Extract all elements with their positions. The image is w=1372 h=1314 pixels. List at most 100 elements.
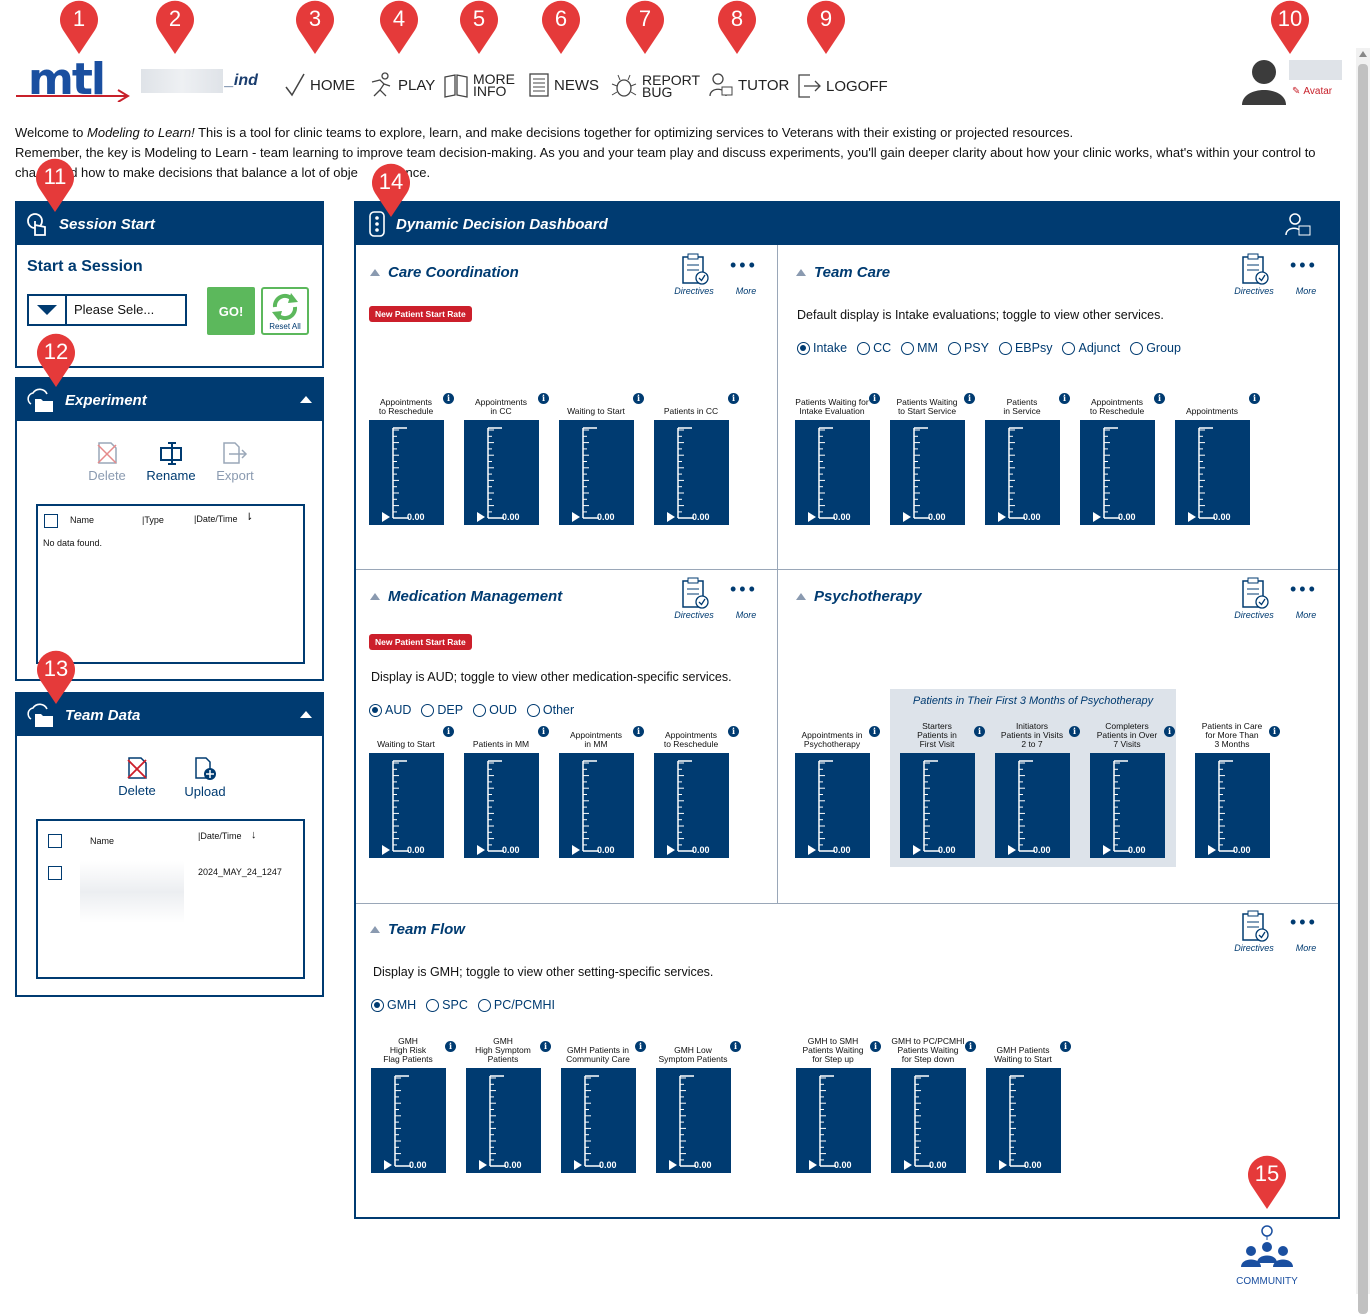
info-icon[interactable]: i: [635, 1041, 646, 1052]
info-icon[interactable]: i: [1269, 726, 1280, 737]
radio-circle[interactable]: [947, 341, 961, 355]
radio-circle[interactable]: [526, 703, 540, 717]
radio-spc[interactable]: SPC: [426, 998, 468, 1012]
more-dots-icon[interactable]: •••: [1290, 255, 1318, 276]
radio-circle[interactable]: [421, 703, 435, 717]
psychotherapy-title[interactable]: Psychotherapy: [796, 588, 922, 605]
scrollbar-thumb[interactable]: [1358, 64, 1368, 1314]
radio-cc[interactable]: CC: [857, 341, 891, 355]
radio-oud[interactable]: OUD: [473, 703, 517, 717]
nav-more-info[interactable]: MORE INFO: [443, 72, 515, 98]
col-date[interactable]: |Date/Time: [198, 831, 242, 841]
info-icon[interactable]: i: [964, 393, 975, 404]
more-label[interactable]: More: [1290, 943, 1322, 953]
radio-psy[interactable]: PSY: [947, 341, 989, 355]
reset-all-button[interactable]: Reset All: [261, 287, 309, 335]
info-icon[interactable]: i: [869, 393, 880, 404]
info-icon[interactable]: i: [633, 393, 644, 404]
info-icon[interactable]: i: [730, 1041, 741, 1052]
info-icon[interactable]: i: [633, 726, 644, 737]
select-all-checkbox[interactable]: [48, 834, 62, 848]
info-icon[interactable]: i: [728, 726, 739, 737]
session-select[interactable]: Please Sele...: [27, 294, 187, 326]
info-icon[interactable]: i: [974, 726, 985, 737]
clipboard-check-icon[interactable]: [1240, 253, 1270, 287]
nav-tutor[interactable]: TUTOR: [708, 72, 789, 98]
nav-logoff[interactable]: LOGOFF: [796, 72, 888, 100]
directives-label[interactable]: Directives: [674, 610, 714, 620]
info-icon[interactable]: i: [538, 393, 549, 404]
clipboard-check-icon[interactable]: [1240, 577, 1270, 611]
experiment-delete-button[interactable]: Delete: [85, 441, 129, 483]
nav-play[interactable]: PLAY: [368, 72, 435, 98]
directives-label[interactable]: Directives: [1234, 943, 1274, 953]
clipboard-check-icon[interactable]: [680, 577, 710, 611]
more-dots-icon[interactable]: •••: [1290, 912, 1318, 933]
radio-group[interactable]: Group: [1130, 341, 1181, 355]
directives-label[interactable]: Directives: [674, 286, 714, 296]
radio-aud[interactable]: AUD: [369, 703, 411, 717]
info-icon[interactable]: i: [443, 726, 454, 737]
radio-circle[interactable]: [901, 341, 915, 355]
experiment-rename-button[interactable]: Rename: [145, 441, 197, 483]
info-icon[interactable]: i: [538, 726, 549, 737]
nav-home[interactable]: HOME: [284, 72, 355, 98]
radio-circle[interactable]: [477, 998, 491, 1012]
sort-icon[interactable]: ⇂: [245, 512, 253, 523]
sort-icon[interactable]: ↓: [251, 829, 257, 841]
radio-circle[interactable]: [1130, 341, 1144, 355]
radio-adjunct[interactable]: Adjunct: [1062, 341, 1120, 355]
col-date[interactable]: |Date/Time: [194, 514, 238, 524]
team-data-delete-button[interactable]: Delete: [113, 756, 161, 798]
directives-label[interactable]: Directives: [1234, 610, 1274, 620]
col-name[interactable]: Name: [90, 836, 114, 846]
radio-intake[interactable]: Intake: [797, 341, 847, 355]
info-icon[interactable]: i: [1069, 726, 1080, 737]
radio-gmh[interactable]: GMH: [371, 998, 416, 1012]
clipboard-check-icon[interactable]: [680, 253, 710, 287]
clipboard-check-icon[interactable]: [1240, 910, 1270, 944]
radio-mm[interactable]: MM: [901, 341, 938, 355]
radio-circle[interactable]: [371, 998, 384, 1012]
info-icon[interactable]: i: [540, 1041, 551, 1052]
nav-news[interactable]: NEWS: [528, 72, 599, 98]
new-patient-start-rate-button[interactable]: New Patient Start Rate: [369, 634, 472, 650]
radio-pc-pcmhi[interactable]: PC/PCMHI: [477, 998, 555, 1012]
more-dots-icon[interactable]: •••: [1290, 579, 1318, 600]
experiment-export-button[interactable]: Export: [211, 441, 259, 483]
info-icon[interactable]: i: [1060, 1041, 1071, 1052]
scroll-up-arrow[interactable]: [1359, 51, 1367, 57]
more-dots-icon[interactable]: •••: [730, 255, 758, 276]
app-logo[interactable]: mtl: [14, 52, 134, 108]
medication-management-title[interactable]: Medication Management: [370, 588, 562, 605]
info-icon[interactable]: i: [728, 393, 739, 404]
info-icon[interactable]: i: [965, 1041, 976, 1052]
avatar[interactable]: [1240, 57, 1288, 107]
row-checkbox[interactable]: [48, 866, 62, 880]
directives-label[interactable]: Directives: [1234, 286, 1274, 296]
info-icon[interactable]: i: [445, 1041, 456, 1052]
more-label[interactable]: More: [1290, 286, 1322, 296]
go-button[interactable]: GO!: [207, 287, 255, 335]
team-care-title[interactable]: Team Care: [796, 264, 890, 281]
more-label[interactable]: More: [1290, 610, 1322, 620]
radio-circle[interactable]: [369, 703, 382, 717]
info-icon[interactable]: i: [443, 393, 454, 404]
care-coordination-title[interactable]: Care Coordination: [370, 264, 519, 281]
info-icon[interactable]: i: [870, 1041, 881, 1052]
more-label[interactable]: More: [730, 286, 762, 296]
collapse-icon[interactable]: [300, 711, 312, 718]
team-data-upload-button[interactable]: Upload: [181, 756, 229, 799]
radio-other[interactable]: Other: [526, 703, 574, 717]
info-icon[interactable]: i: [1059, 393, 1070, 404]
radio-circle[interactable]: [426, 998, 440, 1012]
collapse-icon[interactable]: [300, 396, 312, 403]
radio-circle[interactable]: [1062, 341, 1076, 355]
more-label[interactable]: More: [730, 610, 762, 620]
select-all-checkbox[interactable]: [44, 514, 58, 528]
more-dots-icon[interactable]: •••: [730, 579, 758, 600]
new-patient-start-rate-button[interactable]: New Patient Start Rate: [369, 306, 472, 322]
radio-circle[interactable]: [857, 341, 871, 355]
info-icon[interactable]: i: [869, 726, 880, 737]
radio-circle[interactable]: [998, 341, 1012, 355]
